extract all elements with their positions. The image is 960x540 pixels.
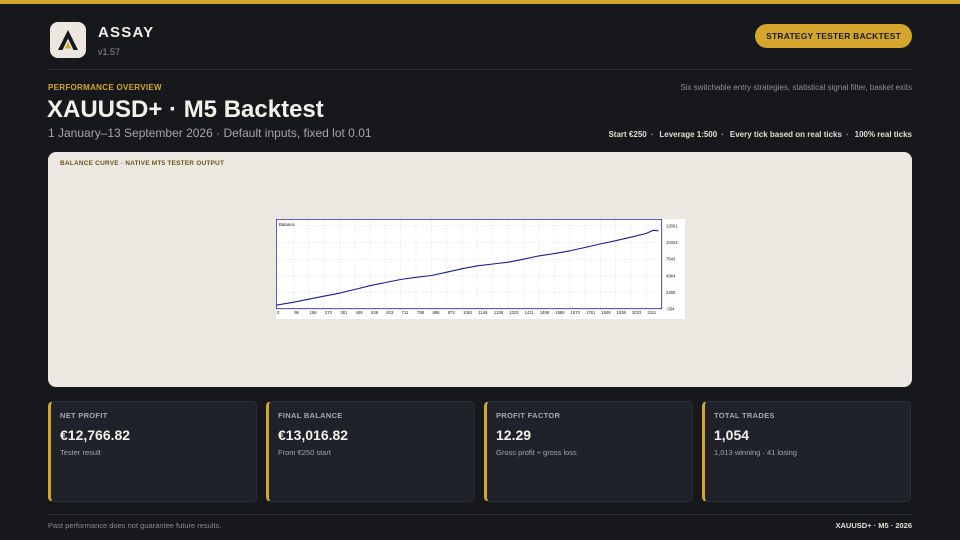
meta-model: Every tick based on real ticks (717, 130, 842, 139)
meta-quality: 100% real ticks (842, 130, 912, 139)
chart-background (276, 219, 685, 319)
x-tick-label: 711 (402, 310, 409, 315)
stat-value: 1,054 (714, 427, 750, 443)
x-tick-label: 1673 (571, 310, 581, 315)
x-tick-label: 448 (356, 310, 364, 315)
x-tick-label: 2111 (647, 310, 656, 315)
section-eyebrow: PERFORMANCE OVERVIEW (48, 83, 162, 92)
balance-chart: 0 98 186 273 361 448 536 623 711 798 886 973 1061 114… (276, 219, 685, 319)
brand-version: v1.57 (98, 46, 121, 57)
x-tick-label: 1848 (601, 310, 611, 315)
footer-label: XAUUSD+ · M5 · 2026 (835, 521, 912, 530)
y-tick-label: 13001 (666, 223, 678, 228)
stat-sub: Tester result (60, 448, 101, 457)
stat-sub: From €250 start (278, 448, 331, 457)
stat-total-trades: TOTAL TRADES 1,054 1,013 winning · 41 lo… (702, 401, 911, 502)
page-title: XAUUSD+ · M5 Backtest (47, 96, 324, 123)
top-accent-bar (0, 0, 960, 4)
brand: ASSAY v1.57 (50, 22, 154, 58)
header-divider (48, 69, 912, 70)
meta-start: Start €250 (608, 130, 647, 139)
strategy-tester-button[interactable]: STRATEGY TESTER BACKTEST (755, 24, 912, 48)
stat-sub: Gross profit ÷ gross loss (496, 448, 577, 457)
meta-leverage: Leverage 1:500 (647, 130, 717, 139)
x-tick-label: 361 (340, 310, 348, 315)
stat-label: FINAL BALANCE (278, 411, 343, 420)
brand-name: ASSAY (98, 23, 155, 41)
stat-label: TOTAL TRADES (714, 411, 775, 420)
x-tick-label: 1411 (525, 310, 535, 315)
x-tick-label: 536 (371, 310, 379, 315)
x-tick-label: 1586 (555, 310, 565, 315)
x-tick-label: 1061 (463, 310, 473, 315)
y-tick-label: 10322 (666, 240, 678, 245)
x-tick-label: 2023 (632, 310, 642, 315)
chart-card-title: BALANCE CURVE · NATIVE MT5 TESTER OUTPUT (60, 160, 225, 167)
x-tick-label: 1498 (540, 310, 550, 315)
stat-final-balance: FINAL BALANCE €13,016.82 From €250 start (266, 401, 475, 502)
x-tick-label: 973 (448, 310, 456, 315)
x-tick-label: 98 (294, 310, 299, 315)
footer-divider (48, 514, 912, 515)
test-meta: Start €250 Leverage 1:500 Every tick bas… (608, 130, 912, 139)
x-tick-label: 1236 (494, 310, 504, 315)
stat-label: PROFIT FACTOR (496, 411, 561, 420)
stat-value: 12.29 (496, 427, 532, 443)
x-tick-label: 1761 (586, 310, 596, 315)
stat-net-profit: NET PROFIT €12,766.82 Tester result (48, 401, 257, 502)
x-tick-label: 623 (386, 310, 394, 315)
chart-title: Balance (279, 222, 295, 227)
stat-value: €13,016.82 (278, 427, 349, 443)
stat-sub: 1,013 winning · 41 losing (714, 448, 797, 457)
y-tick-label: 7643 (666, 257, 676, 262)
stat-label: NET PROFIT (60, 411, 108, 420)
y-tick-label: 4964 (666, 273, 676, 278)
assay-logo-icon (50, 22, 86, 58)
x-tick-label: 886 (432, 310, 440, 315)
stat-profit-factor: PROFIT FACTOR 12.29 Gross profit ÷ gross… (484, 401, 693, 502)
x-tick-label: 186 (310, 310, 318, 315)
y-tick-label: 2285 (666, 290, 676, 295)
x-tick-label: 1936 (617, 310, 627, 315)
balance-chart-card: BALANCE CURVE · NATIVE MT5 TESTER OUTPUT… (48, 152, 912, 387)
y-tick-label: -354 (666, 307, 675, 312)
disclaimer: Past performance does not guarantee futu… (48, 521, 222, 530)
page-subtitle: 1 January–13 September 2026 · Default in… (48, 126, 372, 140)
x-tick-label: 798 (417, 310, 425, 315)
x-tick-label: 1148 (478, 310, 488, 315)
tagline: Six switchable entry strategies, statist… (680, 83, 912, 92)
x-tick-label: 1323 (509, 310, 519, 315)
x-tick-label: 273 (325, 310, 333, 315)
stat-value: €12,766.82 (60, 427, 131, 443)
